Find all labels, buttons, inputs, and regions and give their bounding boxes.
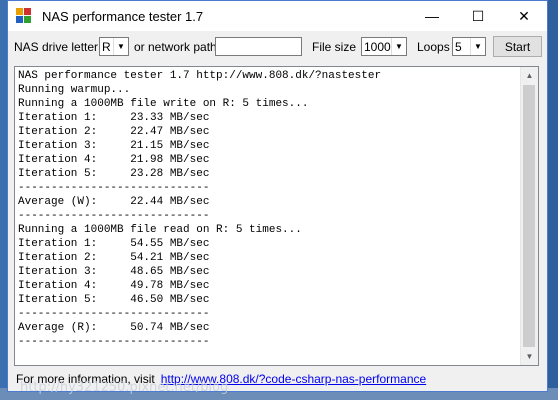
drive-letter-label: NAS drive letter xyxy=(14,40,99,54)
output-line: Iteration 5: 23.28 MB/sec xyxy=(18,168,210,180)
output-line: ----------------------------- xyxy=(18,210,210,222)
maximize-button[interactable]: ☐ xyxy=(455,1,501,31)
scrollbar-thumb[interactable] xyxy=(523,85,535,347)
output-line: Running a 1000MB file write on R: 5 time… xyxy=(18,98,309,110)
scroll-down-icon[interactable]: ▼ xyxy=(521,348,538,365)
app-window: NAS performance tester 1.7 — ☐ ✕ NAS dri… xyxy=(7,0,548,392)
output-line: Iteration 1: 54.55 MB/sec xyxy=(18,238,210,250)
output-line: Iteration 2: 22.47 MB/sec xyxy=(18,126,210,138)
drive-letter-value: R xyxy=(102,39,111,54)
output-line: Running a 1000MB file read on R: 5 times… xyxy=(18,224,302,236)
output-line: ----------------------------- xyxy=(18,182,210,194)
output-line: Running warmup... xyxy=(18,84,131,96)
loops-value: 5 xyxy=(455,39,462,54)
output-line: Iteration 4: 49.78 MB/sec xyxy=(18,280,210,292)
output-line: ----------------------------- xyxy=(18,336,210,348)
file-size-value: 1000 xyxy=(364,39,391,54)
output-line: ----------------------------- xyxy=(18,308,210,320)
output-text: NAS performance tester 1.7 http://www.80… xyxy=(15,67,538,349)
title-bar[interactable]: NAS performance tester 1.7 — ☐ ✕ xyxy=(8,1,547,31)
output-line: Iteration 2: 54.21 MB/sec xyxy=(18,252,210,264)
chevron-down-icon: ▼ xyxy=(113,38,128,55)
output-log[interactable]: NAS performance tester 1.7 http://www.80… xyxy=(14,66,539,366)
output-line: Iteration 1: 23.33 MB/sec xyxy=(18,112,210,124)
desktop-background-right xyxy=(548,0,558,400)
watermark: http://hy321250.pixnet.net/blog xyxy=(20,380,229,395)
chevron-down-icon: ▼ xyxy=(470,38,485,55)
drive-letter-select[interactable]: R ▼ xyxy=(99,37,129,56)
output-line: Average (R): 50.74 MB/sec xyxy=(18,322,210,334)
file-size-select[interactable]: 1000 ▼ xyxy=(361,37,407,56)
network-path-label: or network path xyxy=(134,40,217,54)
output-line: Iteration 3: 21.15 MB/sec xyxy=(18,140,210,152)
toolbar: NAS drive letter R ▼ or network path Fil… xyxy=(8,31,547,63)
desktop-background-left xyxy=(0,0,7,400)
loops-select[interactable]: 5 ▼ xyxy=(452,37,486,56)
output-line: Average (W): 22.44 MB/sec xyxy=(18,196,210,208)
loops-label: Loops xyxy=(417,40,450,54)
output-line: NAS performance tester 1.7 http://www.80… xyxy=(18,70,382,82)
close-button[interactable]: ✕ xyxy=(501,1,547,31)
output-line: Iteration 4: 21.98 MB/sec xyxy=(18,154,210,166)
chevron-down-icon: ▼ xyxy=(391,38,406,55)
app-icon xyxy=(16,8,32,24)
window-title: NAS performance tester 1.7 xyxy=(42,8,204,24)
vertical-scrollbar[interactable]: ▲ ▼ xyxy=(520,67,538,365)
file-size-label: File size xyxy=(312,40,357,54)
network-path-input[interactable] xyxy=(215,37,302,56)
minimize-button[interactable]: — xyxy=(409,1,455,31)
start-button[interactable]: Start xyxy=(493,36,542,57)
output-line: Iteration 3: 48.65 MB/sec xyxy=(18,266,210,278)
output-line: Iteration 5: 46.50 MB/sec xyxy=(18,294,210,306)
scroll-up-icon[interactable]: ▲ xyxy=(521,67,538,84)
